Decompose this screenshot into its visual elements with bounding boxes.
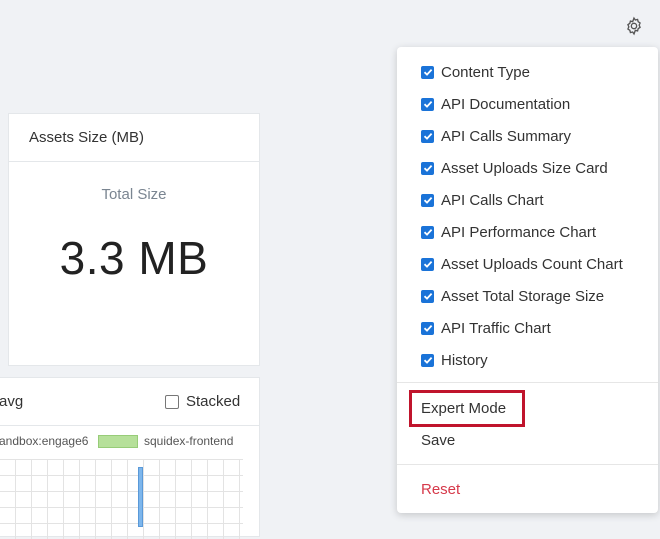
menu-item-label: Asset Total Storage Size — [441, 287, 605, 305]
checkbox-checked-icon[interactable] — [421, 129, 434, 143]
menu-item-api-traffic-chart[interactable]: API Traffic Chart — [421, 316, 551, 340]
menu-item-label: API Traffic Chart — [441, 319, 551, 337]
checkbox-checked-icon[interactable] — [421, 65, 434, 79]
menu-item-history[interactable]: History — [421, 348, 488, 372]
menu-item-label: Content Type — [441, 63, 530, 81]
gear-icon[interactable] — [624, 16, 644, 36]
legend-item-series: squidex-frontend — [144, 434, 234, 448]
menu-divider — [397, 464, 658, 465]
total-size-label: Total Size — [101, 186, 167, 203]
menu-item-label: Asset Uploads Size Card — [441, 159, 608, 177]
highlight-box — [409, 390, 525, 427]
checkbox-checked-icon[interactable] — [421, 225, 434, 239]
total-size-value: 3.3 MB — [59, 232, 209, 284]
menu-item-asset-uploads-count-chart[interactable]: Asset Uploads Count Chart — [421, 252, 623, 276]
legend-swatch — [98, 435, 138, 448]
chart-bar — [138, 467, 143, 527]
assets-size-card: Assets Size (MB) Total Size 3.3 MB — [8, 113, 260, 366]
dashboard-options-menu: Content Type API Documentation API Calls S… — [397, 47, 658, 513]
menu-item-content-type[interactable]: Content Type — [421, 60, 530, 84]
menu-item-asset-total-storage-size[interactable]: Asset Total Storage Size — [421, 284, 604, 308]
checkbox-checked-icon[interactable] — [421, 289, 434, 303]
menu-item-api-calls-chart[interactable]: API Calls Chart — [421, 188, 544, 212]
checkbox-checked-icon[interactable] — [421, 193, 434, 207]
menu-item-label: API Documentation — [441, 95, 571, 113]
stacked-checkbox[interactable]: Stacked — [165, 393, 240, 410]
save-button[interactable]: Save — [421, 432, 455, 449]
menu-item-api-documentation[interactable]: API Documentation — [421, 92, 570, 116]
checkbox-unchecked[interactable] — [165, 394, 179, 409]
chart-grid — [0, 459, 243, 539]
chart-header: avg Stacked — [0, 378, 259, 426]
legend-item-left: andbox:engage6 — [0, 434, 89, 448]
menu-item-label: Asset Uploads Count Chart — [441, 255, 623, 273]
checkbox-checked-icon[interactable] — [421, 161, 434, 175]
reset-button[interactable]: Reset — [421, 481, 460, 498]
menu-item-asset-uploads-size-card[interactable]: Asset Uploads Size Card — [421, 156, 608, 180]
checkbox-checked-icon[interactable] — [421, 353, 434, 367]
chart-title: avg — [0, 393, 24, 410]
menu-item-api-calls-summary[interactable]: API Calls Summary — [421, 124, 571, 148]
checkbox-checked-icon[interactable] — [421, 321, 434, 335]
menu-item-label: History — [441, 351, 488, 369]
checkbox-checked-icon[interactable] — [421, 257, 434, 271]
chart-card: avg Stacked andbox:engage6 squidex-front… — [0, 377, 260, 539]
stacked-label: Stacked — [186, 393, 241, 410]
card-title: Assets Size (MB) — [9, 114, 259, 162]
menu-item-label: API Performance Chart — [441, 223, 597, 241]
menu-item-label: API Calls Summary — [441, 127, 572, 145]
menu-divider — [397, 382, 658, 383]
menu-item-label: API Calls Chart — [441, 191, 544, 209]
checkbox-checked-icon[interactable] — [421, 97, 434, 111]
menu-item-api-performance-chart[interactable]: API Performance Chart — [421, 220, 596, 244]
